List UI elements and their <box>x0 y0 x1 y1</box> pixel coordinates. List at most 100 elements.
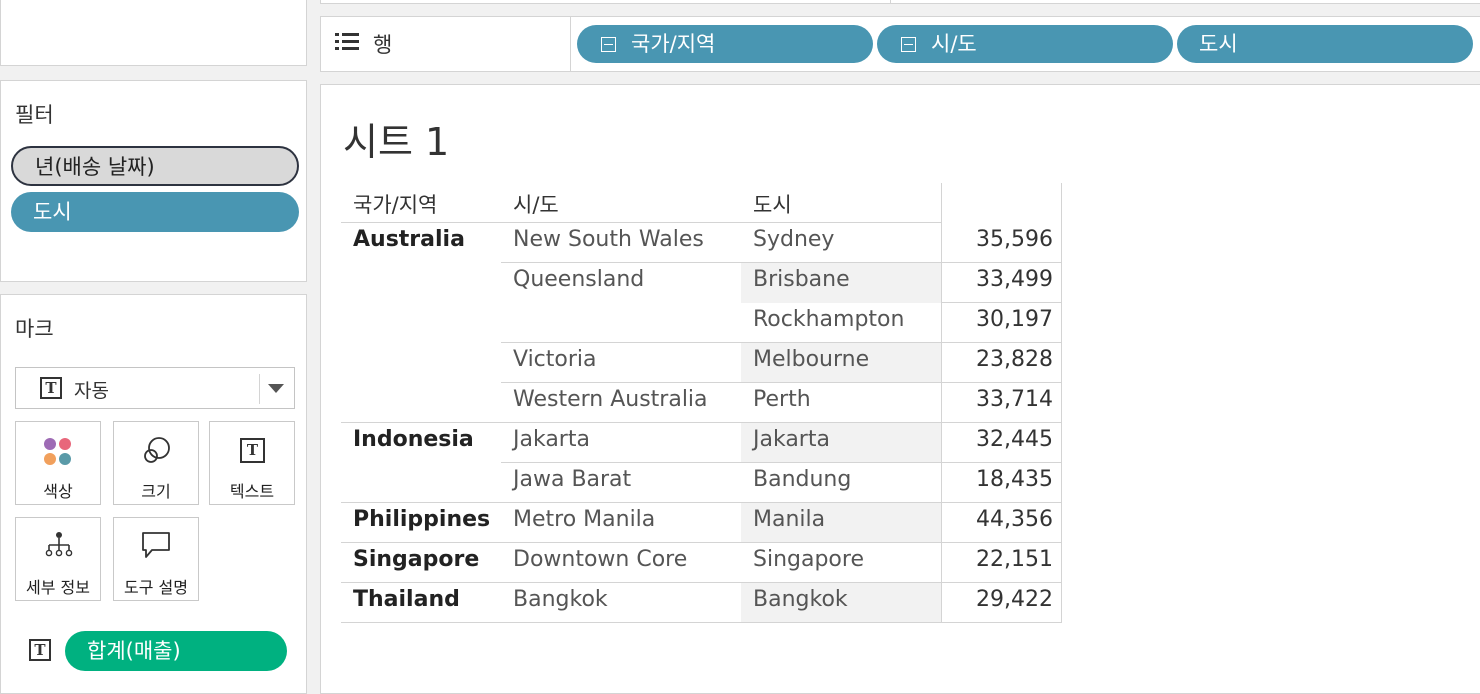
top-left-panel <box>0 0 307 66</box>
header-state[interactable]: 시/도 <box>513 189 559 219</box>
state-cell: Jakarta <box>513 427 590 452</box>
value-cell: 18,435 <box>976 467 1053 492</box>
cell-divider <box>941 583 942 623</box>
rows-shelf-divider <box>570 17 571 71</box>
cell-divider <box>1061 583 1062 623</box>
state-divider <box>501 382 941 383</box>
chevron-down-icon[interactable] <box>268 384 284 393</box>
header-divider <box>1061 183 1062 223</box>
collapse-icon[interactable] <box>601 37 616 52</box>
row-pill-state[interactable]: 시/도 <box>877 25 1173 63</box>
header-underline <box>341 222 941 223</box>
filter-pill-city[interactable]: 도시 <box>11 192 299 232</box>
state-divider <box>501 262 941 263</box>
header-divider <box>941 183 942 223</box>
country-cell: Philippines <box>353 507 491 532</box>
row-pill-state-label: 시/도 <box>931 32 977 56</box>
city-cell: Manila <box>753 507 826 532</box>
row-pill-city[interactable]: 도시 <box>1177 25 1473 63</box>
marks-title: 마크 <box>15 317 54 341</box>
rows-shelf[interactable]: 행 국가/지역 시/도 도시 <box>320 16 1480 72</box>
tooltip-button[interactable]: 도구 설명 <box>113 517 199 601</box>
columns-shelf-divider <box>890 0 891 3</box>
row-divider <box>941 262 1061 263</box>
sheet-title: 시트 1 <box>343 120 450 164</box>
value-cell: 30,197 <box>976 307 1053 332</box>
state-cell: Bangkok <box>513 587 608 612</box>
state-divider <box>501 462 941 463</box>
columns-shelf[interactable] <box>320 0 1480 4</box>
row-divider <box>941 462 1061 463</box>
value-cell: 23,828 <box>976 347 1053 372</box>
country-cell: Thailand <box>353 587 460 612</box>
cell-divider <box>941 343 942 383</box>
row-pill-country-label: 국가/지역 <box>631 32 716 56</box>
cell-divider <box>1061 383 1062 423</box>
cell-divider <box>1061 303 1062 343</box>
header-country[interactable]: 국가/지역 <box>353 189 437 219</box>
country-cell: Singapore <box>353 547 480 572</box>
cell-divider <box>1061 503 1062 543</box>
filter-pill-ship-year[interactable]: 년(배송 날짜) <box>11 146 299 186</box>
state-cell: Western Australia <box>513 387 708 412</box>
state-cell: Downtown Core <box>513 547 688 572</box>
tooltip-button-label: 도구 설명 <box>124 578 188 597</box>
value-cell: 29,422 <box>976 587 1053 612</box>
color-button[interactable]: 색상 <box>15 421 101 505</box>
detail-button-label: 세부 정보 <box>26 578 90 597</box>
detail-button[interactable]: 세부 정보 <box>15 517 101 601</box>
rows-label: 행 <box>373 33 393 57</box>
state-cell: New South Wales <box>513 227 704 252</box>
tooltip-speech-icon <box>142 532 170 558</box>
state-cell: Metro Manila <box>513 507 656 532</box>
detail-hierarchy-icon <box>45 532 73 557</box>
city-cell: Singapore <box>753 547 864 572</box>
cell-divider <box>1061 543 1062 583</box>
value-cell: 35,596 <box>976 227 1053 252</box>
row-divider <box>941 582 1061 583</box>
cell-divider <box>941 463 942 503</box>
rows-list-icon <box>335 33 359 50</box>
cell-divider <box>941 503 942 543</box>
city-cell: Bangkok <box>753 587 848 612</box>
country-divider <box>341 502 941 503</box>
cell-divider <box>941 223 942 263</box>
worksheet-view: 시트 1 국가/지역 시/도 도시 Australia New South Wal… <box>320 84 1480 694</box>
row-divider <box>941 382 1061 383</box>
filters-card: 필터 년(배송 날짜) 도시 <box>0 80 307 282</box>
cell-divider <box>941 263 942 303</box>
text-icon: T <box>240 438 265 463</box>
cell-divider <box>941 543 942 583</box>
dropdown-divider <box>259 374 260 404</box>
row-divider <box>941 502 1061 503</box>
row-divider <box>941 622 1061 623</box>
state-cell: Jawa Barat <box>513 467 632 492</box>
mark-type-dropdown[interactable]: T 자동 <box>15 367 295 409</box>
measure-pill-sum-sales[interactable]: 합계(매출) <box>65 631 287 671</box>
city-cell: Melbourne <box>753 347 870 372</box>
size-button-label: 크기 <box>141 482 171 501</box>
size-button[interactable]: 크기 <box>113 421 199 505</box>
cell-divider <box>941 303 942 343</box>
collapse-icon[interactable] <box>901 37 916 52</box>
header-city[interactable]: 도시 <box>753 189 792 219</box>
cell-divider <box>1061 223 1062 263</box>
row-pill-country[interactable]: 국가/지역 <box>577 25 873 63</box>
country-divider <box>341 542 941 543</box>
cell-divider <box>1061 463 1062 503</box>
value-cell: 22,151 <box>976 547 1053 572</box>
city-cell: Brisbane <box>753 267 850 292</box>
row-divider <box>941 302 1061 303</box>
row-divider <box>941 542 1061 543</box>
city-cell: Jakarta <box>753 427 830 452</box>
cell-divider <box>941 383 942 423</box>
value-cell: 33,499 <box>976 267 1053 292</box>
cell-divider <box>1061 423 1062 463</box>
value-cell: 44,356 <box>976 507 1053 532</box>
text-button[interactable]: T 텍스트 <box>209 421 295 505</box>
city-cell: Bandung <box>753 467 852 492</box>
row-pill-city-label: 도시 <box>1199 32 1238 56</box>
country-divider <box>341 582 941 583</box>
city-cell: Perth <box>753 387 811 412</box>
text-button-label: 텍스트 <box>229 482 275 501</box>
